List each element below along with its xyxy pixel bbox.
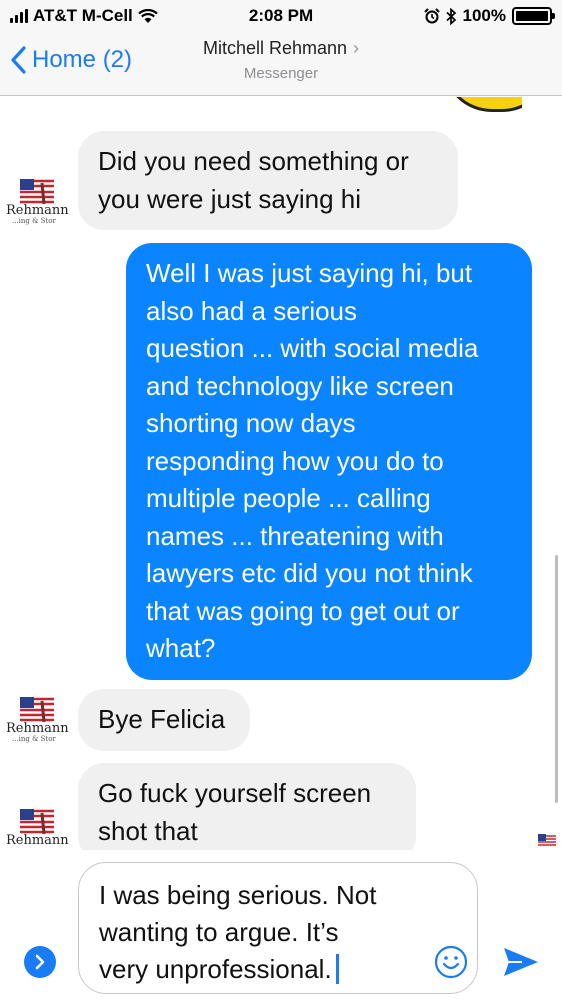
status-right: 100% bbox=[423, 6, 555, 26]
smiley-icon[interactable] bbox=[433, 944, 469, 980]
read-receipt-avatar bbox=[538, 834, 556, 848]
avatar-logo-subtext: ...ing & Stor bbox=[12, 217, 56, 225]
message-line: you were just saying hi bbox=[98, 183, 362, 214]
chevron-right-icon: › bbox=[353, 38, 360, 58]
battery-icon bbox=[512, 7, 555, 25]
draft-line: very unprofessional. bbox=[99, 954, 332, 984]
message-line: shot that bbox=[98, 815, 198, 846]
scrollbar[interactable] bbox=[555, 555, 558, 803]
bluetooth-icon bbox=[445, 7, 456, 25]
message-bubble-outgoing[interactable]: Well I was just saying hi, but also had … bbox=[126, 243, 532, 680]
avatar-logo-subtext: ...ing & Stor bbox=[12, 735, 56, 743]
message-line: and technology like screen bbox=[146, 370, 454, 401]
draft-line: I was being serious. Not bbox=[99, 880, 377, 910]
draft-line: wanting to argue. It’s bbox=[99, 917, 339, 947]
text-cursor bbox=[335, 954, 339, 984]
message-list[interactable]: Rehmann ...ing & Stor Did you need somet… bbox=[0, 97, 562, 850]
send-arrow-icon[interactable] bbox=[498, 940, 542, 984]
contact-title[interactable]: Mitchell Rehmann › Messenger bbox=[0, 38, 562, 82]
avatar[interactable]: Rehmann ...ing & Stor bbox=[6, 695, 69, 743]
flag-logo-icon bbox=[20, 697, 54, 723]
battery-percent: 100% bbox=[462, 6, 506, 25]
avatar[interactable]: Rehmann ...ing & Stor bbox=[6, 177, 69, 225]
avatar[interactable]: Rehmann bbox=[6, 807, 69, 850]
message-input[interactable]: I was being serious. Not wanting to argu… bbox=[78, 862, 478, 994]
message-bubble-incoming[interactable]: Go fuck yourself screen shot that bbox=[78, 763, 416, 850]
status-bar: AT&T M-Cell 2:08 PM 100% bbox=[0, 0, 562, 32]
message-line: that was going to get out or bbox=[146, 595, 460, 626]
message-bubble-incoming[interactable]: Did you need something or you were just … bbox=[78, 131, 458, 230]
alarm-icon bbox=[423, 8, 440, 24]
message-line: question ... with social media bbox=[146, 333, 479, 363]
message-line: Go fuck yourself screen bbox=[98, 778, 372, 808]
contact-name: Mitchell Rehmann bbox=[202, 38, 348, 58]
flag-logo-icon bbox=[20, 809, 54, 835]
message-line: Did you need something or bbox=[98, 146, 409, 176]
avatar-logo-text: Rehmann bbox=[6, 721, 69, 736]
message-line: multiple people ... calling bbox=[146, 483, 431, 513]
chevron-right-icon bbox=[35, 954, 45, 970]
contact-subtitle: Messenger bbox=[243, 65, 319, 82]
message-line: Well I was just saying hi, but bbox=[146, 258, 473, 288]
message-line: also had a serious bbox=[146, 295, 358, 326]
message-line: names ... threatening with bbox=[146, 520, 444, 551]
sticker-image[interactable] bbox=[442, 97, 522, 112]
message-line: shorting now days bbox=[146, 408, 356, 438]
conversation-header: Home (2) Mitchell Rehmann › Messenger bbox=[0, 32, 562, 96]
flag-logo-icon bbox=[20, 179, 54, 205]
avatar-logo-text: Rehmann bbox=[6, 833, 69, 848]
message-line: responding how you do to bbox=[146, 445, 444, 476]
message-line: what? bbox=[146, 633, 216, 663]
message-line: Bye Felicia bbox=[98, 704, 226, 734]
expand-actions-button[interactable] bbox=[24, 946, 56, 978]
message-line: lawyers etc did you not think bbox=[146, 558, 473, 588]
contact-name-row[interactable]: Mitchell Rehmann › bbox=[0, 38, 562, 59]
avatar-logo-text: Rehmann bbox=[6, 203, 69, 218]
message-bubble-incoming[interactable]: Bye Felicia bbox=[78, 689, 250, 751]
message-composer: I was being serious. Not wanting to argu… bbox=[0, 850, 562, 1000]
